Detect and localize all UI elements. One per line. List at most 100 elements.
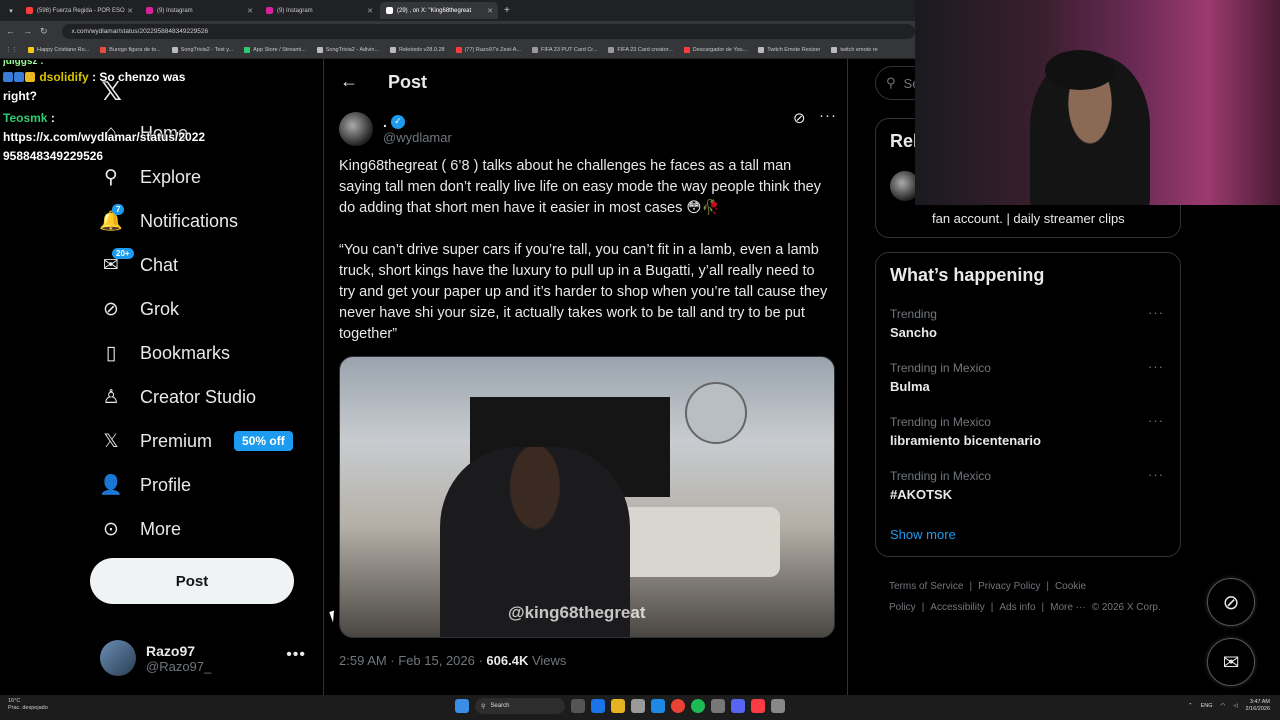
footer-link[interactable]: Privacy Policy [978, 581, 1040, 592]
browser-tab[interactable]: (9) Instagram ✕ [260, 2, 378, 19]
task-view-icon[interactable] [571, 699, 585, 713]
taskbar-apps: ⚲ Search [455, 698, 785, 714]
author-avatar[interactable] [339, 112, 373, 146]
trend-item[interactable]: Trending in Mexico libramiento bicentenar… [890, 413, 1170, 448]
tab-search-icon[interactable]: ▾ [4, 7, 18, 15]
tab-close-icon[interactable]: ✕ [367, 7, 373, 15]
nav-item-bookmarks[interactable]: ▯ Bookmarks [100, 335, 230, 371]
grok-fab-icon[interactable]: ⊘ [1207, 578, 1255, 626]
grok-explain-icon[interactable]: ⊘ [793, 109, 806, 127]
bookmark-item[interactable]: Descargador de You... [683, 46, 747, 53]
bookmark-item[interactable]: SongTrivia2 - Test y... [171, 46, 233, 53]
post-video[interactable]: @king68thegreat [339, 356, 835, 638]
trend-name: #AKOTSK [890, 487, 953, 502]
discord-icon[interactable] [731, 699, 745, 713]
post-button[interactable]: Post [90, 558, 294, 604]
bookmark-favicon-icon [100, 46, 107, 53]
nav-item-premium[interactable]: 𝕏 Premium 50% off [100, 423, 293, 459]
footer-link[interactable]: Terms of Service [889, 581, 963, 592]
nav-item-notifications[interactable]: 🔔 7 Notifications [99, 203, 238, 239]
nav-item-profile[interactable]: 👤 Profile [99, 467, 191, 503]
search-icon: ⚲ [886, 75, 896, 90]
show-more-link[interactable]: Show more [890, 527, 956, 542]
trend-more-icon[interactable]: ··· [1148, 359, 1164, 374]
bookmark-label: SongTrivia2 - Adivin... [325, 46, 380, 53]
tab-close-icon[interactable]: ✕ [487, 7, 493, 15]
premium-promo-badge[interactable]: 50% off [234, 431, 293, 451]
footer-link[interactable]: More ··· [1050, 602, 1086, 613]
tab-close-icon[interactable]: ✕ [127, 7, 133, 15]
bookmark-item[interactable]: App Store / Streami... [244, 46, 306, 53]
bookmark-item[interactable]: Happy Cristiano Ro... [28, 46, 89, 53]
footer-link[interactable]: Accessibility [930, 602, 984, 613]
taskbar-search-label: Search [490, 703, 510, 709]
footer-separator: | [990, 602, 994, 613]
author-display-name: . [383, 113, 387, 130]
start-icon[interactable] [455, 699, 469, 713]
author-name[interactable]: . ✓ [383, 114, 452, 130]
footer-link[interactable]: © 2026 X Corp. [1092, 602, 1161, 613]
browser-tab[interactable]: (9) Instagram ✕ [140, 2, 258, 19]
taskbar-search[interactable]: ⚲ Search [475, 698, 565, 714]
trend-more-icon[interactable]: ··· [1148, 305, 1164, 320]
clock[interactable]: 3:47 AM 2/16/2026 [1246, 699, 1270, 713]
nav-item-grok[interactable]: ⊘ Grok [100, 291, 179, 327]
volume-icon[interactable]: ◁ [1233, 703, 1237, 709]
post-more-icon[interactable]: ··· [819, 107, 837, 124]
bookmark-item[interactable]: Twitch Emote Resizer [758, 46, 820, 53]
weather-temp: 16°C [8, 698, 21, 704]
page-title: Post [388, 72, 428, 92]
bookmark-item[interactable]: Burego figura de to... [100, 46, 161, 53]
more-circle-icon: ⊙ [100, 518, 122, 540]
post-timestamp[interactable]: 2:59 AM · Feb 15, 2026 · [339, 653, 486, 668]
edge-icon[interactable] [591, 699, 605, 713]
language-indicator[interactable]: ENG [1201, 703, 1213, 709]
spotify-icon[interactable] [691, 699, 705, 713]
mail-app-icon[interactable] [651, 699, 665, 713]
app-icon[interactable] [771, 699, 785, 713]
nav-item-more[interactable]: ⊙ More [100, 511, 181, 547]
post-author[interactable]: . ✓ @wydlamar [339, 109, 839, 149]
trend-more-icon[interactable]: ··· [1148, 467, 1164, 482]
apps-icon[interactable]: ⋮⋮ [6, 47, 17, 53]
weather-widget[interactable]: 16°C Prac. despejado [8, 698, 48, 712]
bookmark-favicon-icon [244, 46, 251, 53]
trend-item[interactable]: Trending in Mexico #AKOTSK ··· [890, 467, 1170, 502]
browser-tab[interactable]: (29) , on X: "King68thegreat ✕ [380, 2, 498, 19]
bookmark-item[interactable]: FIFA 23 Card creator... [608, 46, 673, 53]
bookmark-label: (77) Razo97's Zest-A... [464, 46, 521, 53]
new-tab-button[interactable]: + [504, 5, 510, 16]
trend-more-icon[interactable]: ··· [1148, 413, 1164, 428]
tray-chevron-icon[interactable]: ⌃ [1188, 703, 1193, 709]
bookmark-item[interactable]: (77) Razo97's Zest-A... [455, 46, 521, 53]
account-more-icon[interactable]: ••• [286, 646, 306, 664]
nav-item-chat[interactable]: ✉ 20+ Chat [100, 247, 178, 283]
back-arrow-icon[interactable]: ← [340, 71, 358, 92]
footer-link[interactable]: Ads info [999, 602, 1035, 613]
nav-item-creator-studio[interactable]: ♙ Creator Studio [100, 379, 256, 415]
music-icon[interactable] [751, 699, 765, 713]
chrome-icon[interactable] [671, 699, 685, 713]
bookmark-item[interactable]: SongTrivia2 - Adivin... [316, 46, 380, 53]
file-explorer-icon[interactable] [611, 699, 625, 713]
url-input[interactable]: x.com/wydlamar/status/202295884834922952… [61, 23, 915, 39]
obs-icon[interactable] [711, 699, 725, 713]
trend-item[interactable]: Trending Sancho ··· [890, 305, 1170, 340]
chat-badge-icon [3, 72, 13, 82]
bookmark-item[interactable]: FIFA 23 PUT Card Cr... [531, 46, 597, 53]
trend-item[interactable]: Trending in Mexico Bulma ··· [890, 359, 1170, 394]
wifi-icon[interactable]: ◠ [1220, 703, 1225, 709]
messages-fab-icon[interactable]: ✉ [1207, 638, 1255, 686]
store-icon[interactable] [631, 699, 645, 713]
browser-tab[interactable]: (598) Fuerza Regida - POR ESO ✕ [20, 2, 138, 19]
bookmark-item[interactable]: twitch emote re [831, 46, 878, 53]
reload-icon[interactable]: ↻ [40, 26, 48, 37]
account-switcher[interactable]: Razo97 @Razo97_ ••• [100, 638, 310, 678]
forward-nav-icon[interactable]: → [23, 26, 32, 36]
back-nav-icon[interactable]: ← [6, 26, 15, 36]
author-handle[interactable]: @wydlamar [383, 130, 452, 145]
clock-date: 2/16/2026 [1245, 706, 1270, 712]
bookmark-item[interactable]: Reletools v28.0.28 [390, 46, 445, 53]
tab-close-icon[interactable]: ✕ [247, 7, 253, 15]
taskbar-search-icon: ⚲ [481, 703, 486, 710]
